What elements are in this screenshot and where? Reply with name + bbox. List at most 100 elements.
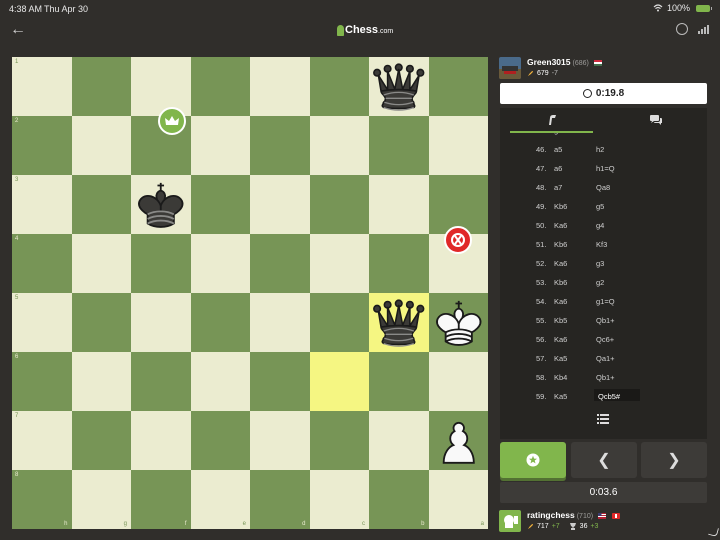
square-f8[interactable]: f bbox=[131, 470, 191, 529]
white-move[interactable]: Ka6 bbox=[554, 297, 567, 306]
square-f7[interactable] bbox=[131, 411, 191, 470]
square-a6[interactable] bbox=[428, 352, 488, 411]
black-move[interactable]: Kf3 bbox=[596, 240, 607, 249]
square-d4[interactable] bbox=[250, 234, 310, 293]
black-move[interactable]: g1=Q bbox=[596, 297, 615, 306]
previous-move-button[interactable]: ❮ bbox=[571, 442, 637, 478]
square-d5[interactable] bbox=[250, 293, 310, 352]
square-a5[interactable] bbox=[428, 293, 488, 352]
white-move[interactable]: Kb6 bbox=[554, 240, 567, 249]
square-f3[interactable] bbox=[131, 175, 191, 234]
square-h3[interactable]: 3 bbox=[12, 175, 72, 234]
square-g4[interactable] bbox=[71, 234, 131, 293]
black-move[interactable]: h1=Q bbox=[596, 164, 615, 173]
black-move[interactable]: g3 bbox=[596, 259, 604, 268]
square-d2[interactable] bbox=[250, 116, 310, 175]
square-e4[interactable] bbox=[190, 234, 250, 293]
white-move[interactable]: Ka5 bbox=[554, 392, 567, 401]
square-h2[interactable]: 2 bbox=[12, 116, 72, 175]
square-a8[interactable]: a bbox=[428, 470, 488, 529]
square-e6[interactable] bbox=[190, 352, 250, 411]
square-a1[interactable] bbox=[428, 57, 488, 116]
black-move[interactable]: Qa8 bbox=[596, 183, 610, 192]
square-d7[interactable] bbox=[250, 411, 310, 470]
next-move-button[interactable]: ❯ bbox=[641, 442, 707, 478]
square-c1[interactable] bbox=[309, 57, 369, 116]
white-move[interactable]: a6 bbox=[554, 164, 562, 173]
square-h5[interactable]: 5 bbox=[12, 293, 72, 352]
square-d6[interactable] bbox=[250, 352, 310, 411]
square-d3[interactable] bbox=[250, 175, 310, 234]
bottom-player[interactable]: ratingchess (710) 717 +7 36 +3 bbox=[499, 508, 710, 536]
white-move[interactable]: Kb6 bbox=[554, 202, 567, 211]
connection-signal-icon[interactable] bbox=[698, 24, 709, 34]
square-g1[interactable] bbox=[71, 57, 131, 116]
white-move[interactable]: Ka6 bbox=[554, 335, 567, 344]
back-arrow-icon[interactable]: ← bbox=[10, 21, 26, 39]
black-move[interactable]: Qa1+ bbox=[596, 354, 615, 363]
white-move[interactable]: a7 bbox=[554, 183, 562, 192]
white-move[interactable]: Kb5 bbox=[554, 316, 567, 325]
square-c3[interactable] bbox=[309, 175, 369, 234]
square-h1[interactable]: 1 bbox=[12, 57, 72, 116]
chess-board[interactable]: 12345678hgfedcba bbox=[12, 57, 488, 529]
square-b1[interactable] bbox=[369, 57, 429, 116]
square-h4[interactable]: 4 bbox=[12, 234, 72, 293]
square-g8[interactable]: g bbox=[71, 470, 131, 529]
square-b7[interactable] bbox=[369, 411, 429, 470]
square-f1[interactable] bbox=[131, 57, 191, 116]
black-move[interactable]: h3 bbox=[596, 133, 604, 135]
black-move[interactable]: Qc6+ bbox=[596, 335, 614, 344]
square-b6[interactable] bbox=[369, 352, 429, 411]
square-h7[interactable]: 7 bbox=[12, 411, 72, 470]
square-b4[interactable] bbox=[369, 234, 429, 293]
square-b8[interactable]: b bbox=[369, 470, 429, 529]
square-e7[interactable] bbox=[190, 411, 250, 470]
black-move[interactable]: g5 bbox=[596, 202, 604, 211]
square-g6[interactable] bbox=[71, 352, 131, 411]
square-e1[interactable] bbox=[190, 57, 250, 116]
square-f4[interactable] bbox=[131, 234, 191, 293]
black-move[interactable]: h2 bbox=[596, 145, 604, 154]
square-c8[interactable]: c bbox=[309, 470, 369, 529]
top-player[interactable]: Green3015 (686) 679 -7 bbox=[499, 55, 710, 83]
white-move[interactable]: Ka6 bbox=[554, 259, 567, 268]
square-c2[interactable] bbox=[309, 116, 369, 175]
tab-moves[interactable] bbox=[500, 108, 603, 133]
square-d1[interactable] bbox=[250, 57, 310, 116]
square-g5[interactable] bbox=[71, 293, 131, 352]
square-b3[interactable] bbox=[369, 175, 429, 234]
square-h8[interactable]: 8h bbox=[12, 470, 72, 529]
move-list[interactable]: 45. g4 h3 46. a5 h2 47. a6 h1=Q 48. a7 Qa8 49. Kb6 g5 5… bbox=[500, 133, 707, 439]
square-f6[interactable] bbox=[131, 352, 191, 411]
white-move[interactable]: Kb4 bbox=[554, 373, 567, 382]
square-c7[interactable] bbox=[309, 411, 369, 470]
black-move[interactable]: g2 bbox=[596, 278, 604, 287]
square-e8[interactable]: e bbox=[190, 470, 250, 529]
square-c6[interactable] bbox=[309, 352, 369, 411]
white-move[interactable]: Kb6 bbox=[554, 278, 567, 287]
square-c5[interactable] bbox=[309, 293, 369, 352]
square-e2[interactable] bbox=[190, 116, 250, 175]
black-move[interactable]: g4 bbox=[596, 221, 604, 230]
options-button[interactable] bbox=[500, 442, 566, 478]
square-d8[interactable]: d bbox=[250, 470, 310, 529]
square-h6[interactable]: 6 bbox=[12, 352, 72, 411]
square-b2[interactable] bbox=[369, 116, 429, 175]
square-f5[interactable] bbox=[131, 293, 191, 352]
square-a7[interactable] bbox=[428, 411, 488, 470]
square-g7[interactable] bbox=[71, 411, 131, 470]
square-a2[interactable] bbox=[428, 116, 488, 175]
square-c4[interactable] bbox=[309, 234, 369, 293]
square-e5[interactable] bbox=[190, 293, 250, 352]
white-move[interactable]: Ka6 bbox=[554, 221, 567, 230]
move-list-button[interactable] bbox=[500, 401, 707, 437]
white-move[interactable]: g4 bbox=[554, 133, 562, 135]
tab-chat[interactable] bbox=[604, 108, 707, 133]
black-move[interactable]: Qb1+ bbox=[596, 373, 615, 382]
black-move[interactable]: Qb1+ bbox=[596, 316, 615, 325]
white-move[interactable]: a5 bbox=[554, 145, 562, 154]
square-e3[interactable] bbox=[190, 175, 250, 234]
square-g3[interactable] bbox=[71, 175, 131, 234]
white-move[interactable]: Ka5 bbox=[554, 354, 567, 363]
